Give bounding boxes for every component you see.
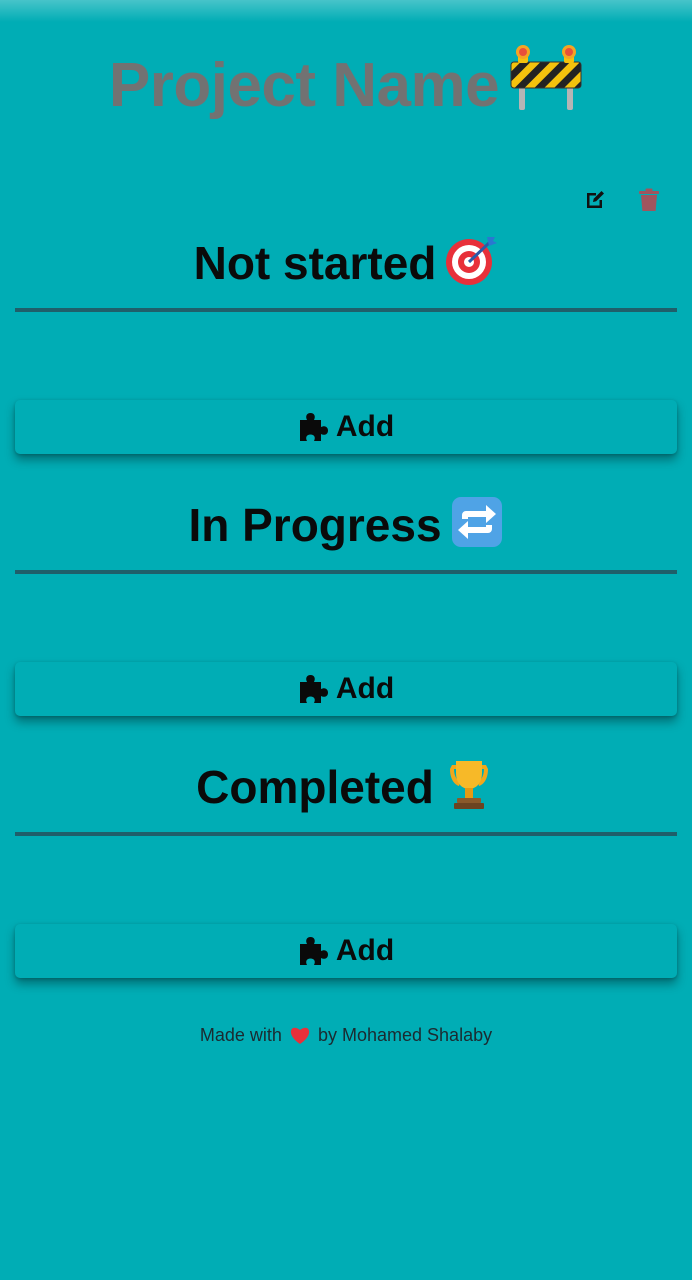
add-button-label: Add [335,672,395,705]
project-actions [582,186,662,214]
target-icon [446,237,498,285]
add-card-button[interactable]: Add [15,400,677,454]
project-title-text: Project Name [108,51,500,120]
column-divider [15,308,677,312]
trash-icon [639,188,659,211]
column-completed: Completed Add [15,752,677,978]
column-title-text: Not started [193,237,437,289]
column-title: In Progress [15,490,677,560]
add-button-label: Add [335,934,395,967]
column-title: Not started [15,228,677,298]
heart-icon [290,1027,310,1044]
column-not-started: Not started Add [15,228,677,454]
footer-prefix: Made with [199,1025,282,1045]
puzzle-piece-icon [299,937,328,965]
add-card-button[interactable]: Add [15,662,677,716]
page-title: Project Name [0,44,692,124]
construction-barrier-icon [510,45,582,110]
column-title: Completed [15,752,677,822]
trophy-icon [449,761,488,809]
column-in-progress: In Progress Add [15,490,677,716]
footer-suffix: by Mohamed Shalaby [317,1025,493,1045]
footer-credit: Made with by Mohamed Shalaby [0,1025,692,1046]
delete-button[interactable] [636,186,662,214]
column-title-text: In Progress [188,499,442,551]
column-divider [15,570,677,574]
edit-icon [587,191,604,208]
edit-button[interactable] [582,186,608,214]
puzzle-piece-icon [299,413,328,441]
top-shadow [0,0,692,22]
add-card-button[interactable]: Add [15,924,677,978]
puzzle-piece-icon [299,675,328,703]
add-button-label: Add [335,410,395,443]
column-title-text: Completed [196,761,434,813]
repeat-arrows-icon [451,497,502,547]
column-divider [15,832,677,836]
